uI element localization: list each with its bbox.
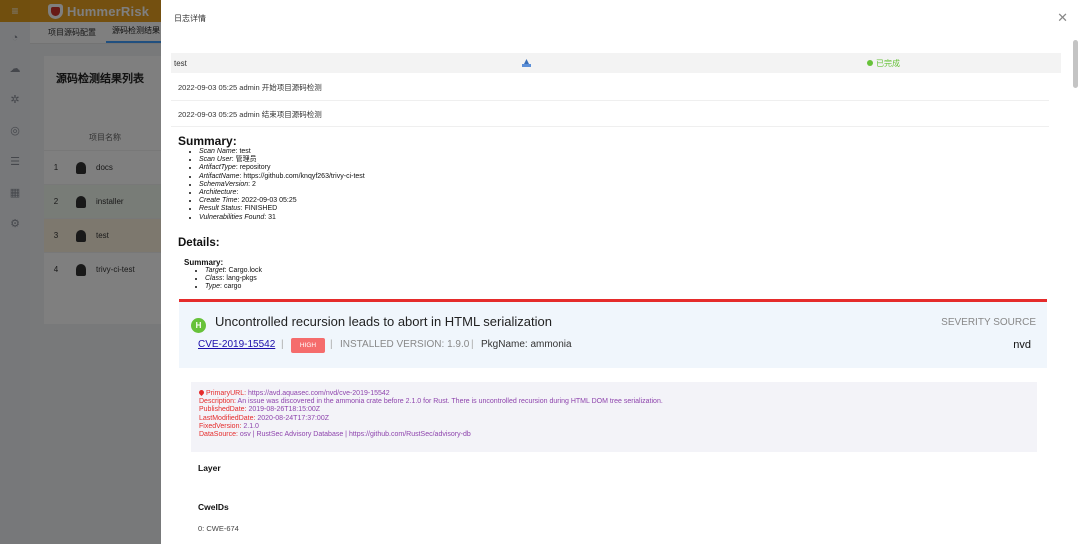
list-item: Result Status: FINISHED <box>199 205 365 213</box>
cwe-item: 0: CWE-674 <box>198 524 239 533</box>
vulnerability-card: H Uncontrolled recursion leads to abort … <box>179 299 1047 544</box>
summary-list: Scan Name: test Scan User: 管理员 ArtifactT… <box>199 148 365 222</box>
modified-line: LastModifiedDate: 2020-08-24T17:37:00Z <box>199 414 329 422</box>
cwe-heading: CweIDs <box>198 502 229 512</box>
list-item: Create Time: 2022-09-03 05:25 <box>199 197 365 205</box>
severity-source-label: SEVERITY SOURCE <box>941 317 1036 328</box>
details-heading: Details: <box>178 237 220 249</box>
description-line: Description: An issue was discovered in … <box>199 398 663 406</box>
log-detail-drawer: 日志详情 ✕ test 已完成 2022-09-03 05:25 admin 开… <box>161 0 1080 544</box>
vulnerability-details: PrimaryURL: https://avd.aquasec.com/nvd/… <box>191 382 1037 452</box>
list-item: Scan User: 管理员 <box>199 156 365 164</box>
details-summary-heading: Summary: <box>184 258 224 267</box>
list-item: Scan Name: test <box>199 148 365 156</box>
installed-version: INSTALLED VERSION: 1.9.0 <box>340 339 470 350</box>
summary-heading: Summary: <box>178 134 237 148</box>
check-circle-icon <box>867 60 873 66</box>
layer-heading: Layer <box>198 463 221 473</box>
list-item: Architecture: <box>199 189 365 197</box>
fixed-version-line: FixedVersion: 2.1.0 <box>199 422 259 430</box>
primary-url-line: PrimaryURL: https://avd.aquasec.com/nvd/… <box>197 388 1029 398</box>
published-line: PublishedDate: 2019-08-26T18:15:00Z <box>199 406 321 414</box>
divider <box>171 100 1049 101</box>
divider: | <box>471 339 474 350</box>
close-icon[interactable]: ✕ <box>1057 10 1068 26</box>
severity-tag: HIGH <box>291 338 325 353</box>
list-item: Vulnerabilities Found: 31 <box>199 214 365 222</box>
divider <box>171 126 1049 127</box>
log-project-name: test <box>174 58 187 68</box>
divider: | <box>330 339 333 350</box>
cve-link[interactable]: CVE-2019-15542 <box>198 339 275 350</box>
details-summary-list: Target: Cargo.lock Class: lang-pkgs Type… <box>205 267 262 292</box>
divider: | <box>281 339 284 350</box>
vulnerability-title: Uncontrolled recursion leads to abort in… <box>215 314 552 329</box>
list-item: Type: cargo <box>205 283 262 291</box>
vulnerability-header: H Uncontrolled recursion leads to abort … <box>179 302 1047 368</box>
log-line: 2022-09-03 05:25 admin 开始项目源码检测 <box>178 83 322 92</box>
severity-source-value: nvd <box>1013 339 1031 351</box>
severity-badge: H <box>191 318 206 333</box>
list-item: Target: Cargo.lock <box>205 267 262 275</box>
scrollbar-thumb[interactable] <box>1073 40 1078 88</box>
status-badge: 已完成 <box>867 58 900 69</box>
location-pin-icon <box>197 388 206 397</box>
scan-type-icon <box>522 59 531 67</box>
list-item: ArtifactType: repository <box>199 164 365 172</box>
list-item: Class: lang-pkgs <box>205 275 262 283</box>
log-header-row: test 已完成 <box>171 53 1061 73</box>
primary-url-link[interactable]: https://avd.aquasec.com/nvd/cve-2019-155… <box>248 390 390 397</box>
list-item: ArtifactName: https://github.com/knqyf26… <box>199 173 365 181</box>
drawer-title: 日志详情 <box>174 14 206 23</box>
log-line: 2022-09-03 05:25 admin 结束项目源码检测 <box>178 110 322 119</box>
datasource-line: DataSource: osv | RustSec Advisory Datab… <box>199 431 471 439</box>
list-item: SchemaVersion: 2 <box>199 181 365 189</box>
package-name: PkgName: ammonia <box>481 339 572 350</box>
